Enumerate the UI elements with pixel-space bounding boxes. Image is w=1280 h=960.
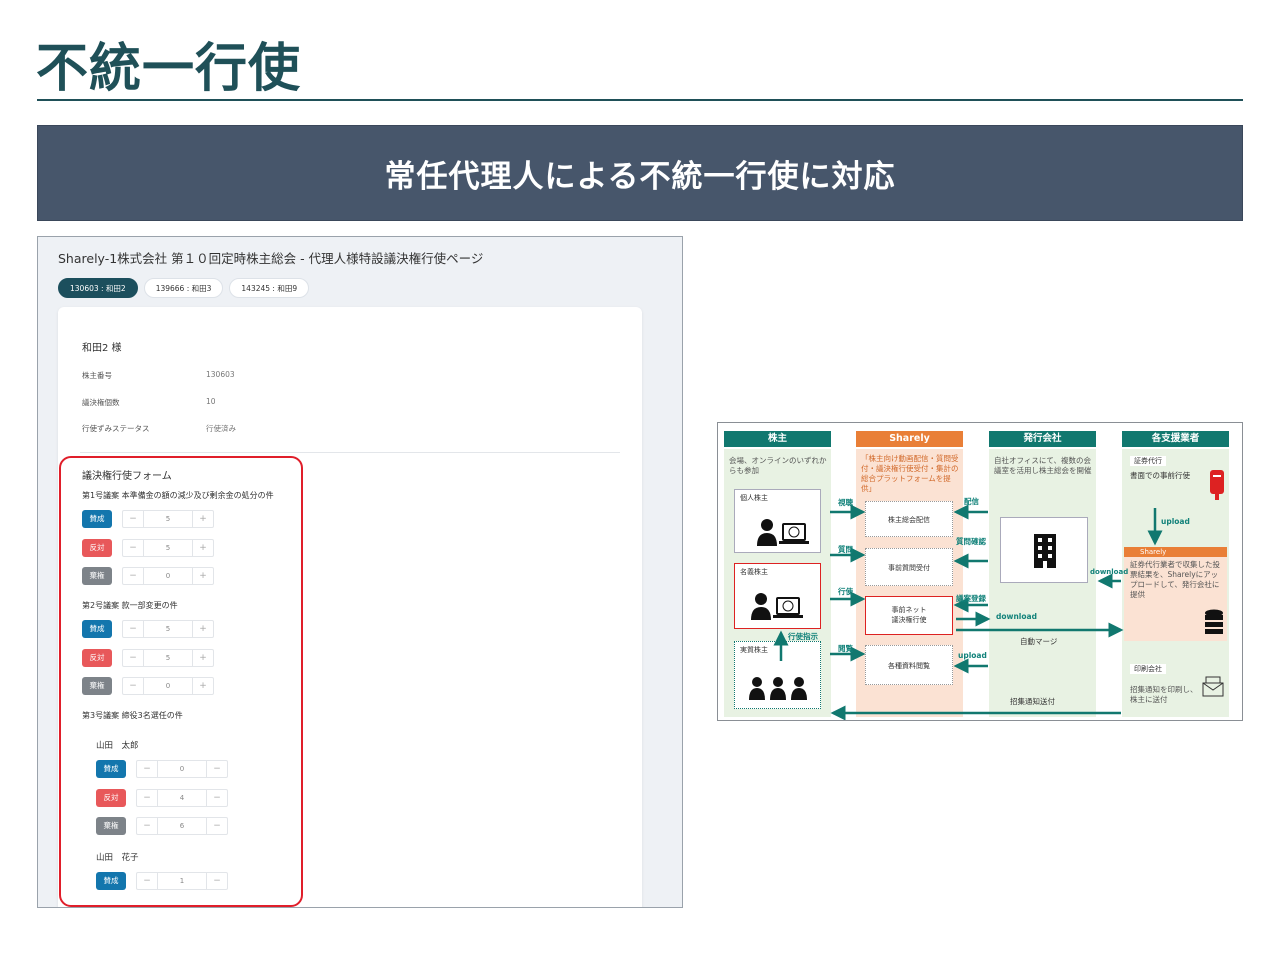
label-download-2: download [1090, 568, 1129, 576]
banner-text: 常任代理人による不統一行使に対応 [384, 158, 896, 195]
tab-143245[interactable]: 143245 : 和田9 [229, 278, 310, 298]
tab-130603[interactable]: 130603 : 和田2 [58, 278, 138, 298]
flow-diagram: 株主 Sharely 発行会社 各支援業者 会場、オンラインのいずれからも参加 … [717, 422, 1243, 721]
info-label-status: 行使ずみステータス [82, 424, 150, 433]
shareholder-tabs: 130603 : 和田2 139666 : 和田3 143245 : 和田9 [58, 278, 310, 298]
info-value-votes: 10 [206, 397, 216, 406]
page-title: Sharely-1株式会社 第１０回定時株主総会 - 代理人様特設議決権行使ペー… [58, 251, 484, 266]
slide-title: 不統一行使 [36, 39, 302, 99]
label-notice: 招集通知送付 [1010, 697, 1055, 706]
label-distribute: 配信 [964, 497, 979, 506]
info-label-shareholder-no: 株主番号 [82, 371, 112, 380]
label-register: 議案登録 [956, 594, 986, 603]
label-instruction: 行使指示 [788, 632, 818, 641]
label-browse: 閲覧 [838, 644, 853, 653]
banner: 常任代理人による不統一行使に対応 [37, 125, 1243, 221]
app-screenshot: Sharely-1株式会社 第１０回定時株主総会 - 代理人様特設議決権行使ペー… [37, 236, 683, 908]
label-upload: upload [958, 651, 987, 660]
title-divider [37, 99, 1243, 101]
label-exercise: 行使 [838, 587, 853, 596]
label-check-question: 質問確認 [956, 537, 986, 546]
label-auto-merge: 自動マージ [1020, 637, 1058, 646]
label-download: download [996, 612, 1037, 621]
label-upload-2: upload [1161, 517, 1190, 526]
highlight-frame [59, 456, 303, 907]
holder-name: 和田2 様 [82, 343, 122, 354]
info-value-status: 行使済み [206, 424, 236, 433]
card-divider [80, 452, 620, 453]
info-value-shareholder-no: 130603 [206, 370, 235, 379]
tab-139666[interactable]: 139666 : 和田3 [143, 278, 224, 298]
label-watch: 視聴 [838, 498, 853, 507]
flow-arrows [773, 504, 1163, 720]
info-label-votes: 議決権個数 [82, 398, 120, 407]
label-question: 質問 [838, 545, 853, 554]
